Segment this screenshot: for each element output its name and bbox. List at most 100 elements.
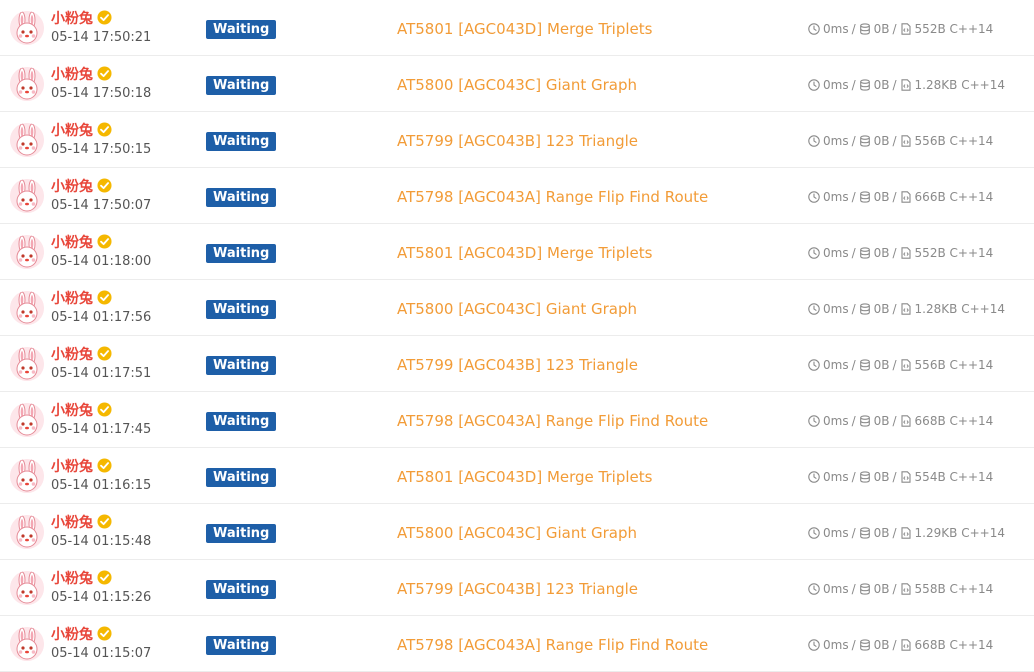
problem-link[interactable]: AT5801 [AGC043D] Merge Triplets bbox=[397, 19, 652, 39]
submission-meta: 0ms/0B/1.28KB C++14 bbox=[808, 77, 1005, 93]
time-used: 0ms bbox=[823, 638, 849, 652]
language: C++14 bbox=[949, 134, 994, 148]
username[interactable]: 小粉兔 bbox=[51, 515, 93, 531]
file-code-icon bbox=[900, 527, 911, 539]
avatar[interactable] bbox=[10, 571, 44, 605]
clock-icon bbox=[808, 359, 820, 371]
verified-badge-icon bbox=[97, 458, 112, 473]
file-code-icon bbox=[900, 583, 911, 595]
status-badge[interactable]: Waiting bbox=[206, 76, 277, 95]
language: C++14 bbox=[949, 582, 994, 596]
status-badge[interactable]: Waiting bbox=[206, 356, 277, 375]
username[interactable]: 小粉兔 bbox=[51, 179, 93, 195]
avatar[interactable] bbox=[10, 459, 44, 493]
username[interactable]: 小粉兔 bbox=[51, 11, 93, 27]
code-size: 1.28KB bbox=[914, 302, 958, 316]
submission-meta: 0ms/0B/554B C++14 bbox=[808, 469, 993, 485]
status-badge[interactable]: Waiting bbox=[206, 132, 277, 151]
avatar[interactable] bbox=[10, 67, 44, 101]
meta-separator: / bbox=[892, 526, 897, 540]
submission-meta: 0ms/0B/552B C++14 bbox=[808, 245, 993, 261]
username[interactable]: 小粉兔 bbox=[51, 347, 93, 363]
database-icon bbox=[859, 639, 870, 651]
submission-row: 小粉兔 05-14 01:16:15 Waiting AT5801 [AGC04… bbox=[0, 448, 1034, 504]
avatar[interactable] bbox=[10, 11, 44, 45]
language: C++14 bbox=[949, 190, 994, 204]
submission-row: 小粉兔 05-14 17:50:15 Waiting AT5799 [AGC04… bbox=[0, 112, 1034, 168]
problem-link[interactable]: AT5799 [AGC043B] 123 Triangle bbox=[397, 355, 638, 375]
username[interactable]: 小粉兔 bbox=[51, 291, 93, 307]
status-badge[interactable]: Waiting bbox=[206, 636, 277, 655]
memory-used: 0B bbox=[873, 190, 890, 204]
submission-meta: 0ms/0B/556B C++14 bbox=[808, 357, 993, 373]
avatar[interactable] bbox=[10, 627, 44, 661]
status-badge[interactable]: Waiting bbox=[206, 188, 277, 207]
code-size: 558B bbox=[914, 582, 946, 596]
problem-link[interactable]: AT5799 [AGC043B] 123 Triangle bbox=[397, 131, 638, 151]
file-code-icon bbox=[900, 639, 911, 651]
problem-link[interactable]: AT5800 [AGC043C] Giant Graph bbox=[397, 75, 637, 95]
code-size: 552B bbox=[914, 22, 946, 36]
problem-link[interactable]: AT5800 [AGC043C] Giant Graph bbox=[397, 299, 637, 319]
avatar[interactable] bbox=[10, 291, 44, 325]
memory-used: 0B bbox=[873, 638, 890, 652]
submission-row: 小粉兔 05-14 17:50:21 Waiting AT5801 [AGC04… bbox=[0, 0, 1034, 56]
memory-used: 0B bbox=[873, 582, 890, 596]
memory-used: 0B bbox=[873, 78, 890, 92]
avatar[interactable] bbox=[10, 179, 44, 213]
avatar[interactable] bbox=[10, 123, 44, 157]
problem-link[interactable]: AT5801 [AGC043D] Merge Triplets bbox=[397, 243, 652, 263]
status-badge[interactable]: Waiting bbox=[206, 580, 277, 599]
username[interactable]: 小粉兔 bbox=[51, 627, 93, 643]
username[interactable]: 小粉兔 bbox=[51, 403, 93, 419]
code-size: 552B bbox=[914, 246, 946, 260]
language: C++14 bbox=[961, 78, 1005, 92]
time-used: 0ms bbox=[823, 78, 849, 92]
problem-link[interactable]: AT5798 [AGC043A] Range Flip Find Route bbox=[397, 411, 708, 431]
database-icon bbox=[859, 359, 870, 371]
status-badge[interactable]: Waiting bbox=[206, 412, 277, 431]
clock-icon bbox=[808, 23, 820, 35]
avatar[interactable] bbox=[10, 347, 44, 381]
username[interactable]: 小粉兔 bbox=[51, 459, 93, 475]
problem-link[interactable]: AT5801 [AGC043D] Merge Triplets bbox=[397, 467, 652, 487]
time-used: 0ms bbox=[823, 470, 849, 484]
submit-time: 05-14 01:17:51 bbox=[51, 366, 152, 381]
language: C++14 bbox=[949, 470, 994, 484]
time-used: 0ms bbox=[823, 302, 849, 316]
avatar[interactable] bbox=[10, 515, 44, 549]
avatar[interactable] bbox=[10, 235, 44, 269]
memory-used: 0B bbox=[873, 526, 890, 540]
status-badge[interactable]: Waiting bbox=[206, 468, 277, 487]
status-badge[interactable]: Waiting bbox=[206, 20, 277, 39]
submission-row: 小粉兔 05-14 17:50:18 Waiting AT5800 [AGC04… bbox=[0, 56, 1034, 112]
avatar[interactable] bbox=[10, 403, 44, 437]
submit-time: 05-14 01:18:00 bbox=[51, 254, 152, 269]
meta-separator: / bbox=[892, 22, 897, 36]
submission-meta: 0ms/0B/558B C++14 bbox=[808, 581, 993, 597]
language: C++14 bbox=[949, 246, 994, 260]
username[interactable]: 小粉兔 bbox=[51, 67, 93, 83]
submission-row: 小粉兔 05-14 17:50:07 Waiting AT5798 [AGC04… bbox=[0, 168, 1034, 224]
file-code-icon bbox=[900, 471, 911, 483]
language: C++14 bbox=[961, 302, 1005, 316]
status-badge[interactable]: Waiting bbox=[206, 524, 277, 543]
username[interactable]: 小粉兔 bbox=[51, 123, 93, 139]
problem-link[interactable]: AT5799 [AGC043B] 123 Triangle bbox=[397, 579, 638, 599]
submission-meta: 0ms/0B/666B C++14 bbox=[808, 189, 993, 205]
username[interactable]: 小粉兔 bbox=[51, 235, 93, 251]
problem-link[interactable]: AT5798 [AGC043A] Range Flip Find Route bbox=[397, 187, 708, 207]
username[interactable]: 小粉兔 bbox=[51, 571, 93, 587]
meta-separator: / bbox=[892, 190, 897, 204]
memory-used: 0B bbox=[873, 470, 890, 484]
problem-link[interactable]: AT5800 [AGC043C] Giant Graph bbox=[397, 523, 637, 543]
code-size: 1.28KB bbox=[914, 78, 958, 92]
meta-separator: / bbox=[892, 134, 897, 148]
status-badge[interactable]: Waiting bbox=[206, 300, 277, 319]
problem-link[interactable]: AT5798 [AGC043A] Range Flip Find Route bbox=[397, 635, 708, 655]
time-used: 0ms bbox=[823, 246, 849, 260]
memory-used: 0B bbox=[873, 246, 890, 260]
file-code-icon bbox=[900, 415, 911, 427]
verified-badge-icon bbox=[97, 346, 112, 361]
status-badge[interactable]: Waiting bbox=[206, 244, 277, 263]
